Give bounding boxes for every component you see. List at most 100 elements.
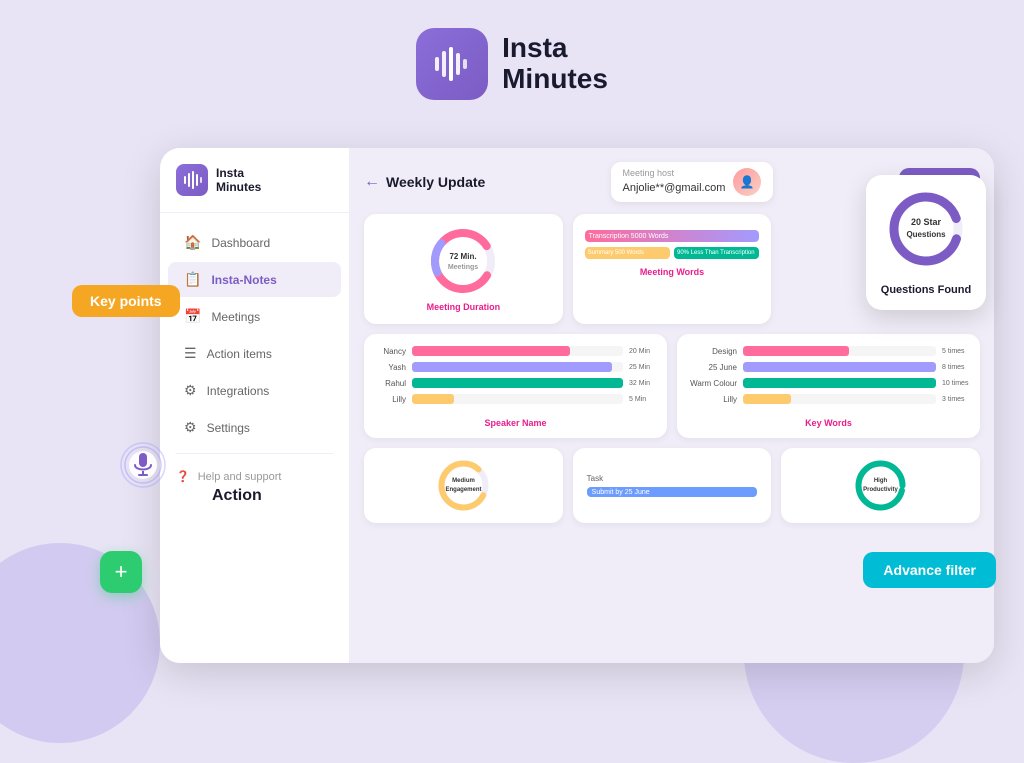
speaker-track-yash — [412, 362, 623, 372]
speaker-row-rahul: Rahul 32 Min — [374, 378, 657, 388]
questions-found-label: Questions Found — [880, 284, 972, 296]
keyword-fill-design — [743, 346, 849, 356]
sidebar-label-help: Help and support — [198, 471, 282, 483]
svg-text:High: High — [874, 478, 888, 484]
questions-card: 20 Star Questions Questions Found — [866, 175, 986, 310]
meeting-words-card: Transcription 5000 Words Summary 500 Wor… — [573, 214, 772, 324]
host-label: Meeting host — [623, 168, 726, 178]
keyword-track-design — [743, 346, 936, 356]
speaker-fill-lilly — [412, 394, 454, 404]
sidebar-label-settings: Settings — [207, 421, 250, 435]
keyword-row-kw-lilly: Lilly 3 times — [687, 394, 970, 404]
keyword-val-design: 5 times — [942, 348, 970, 355]
sidebar-label-integrations: Integrations — [207, 384, 270, 398]
keyword-val-kw-lilly: 3 times — [942, 396, 970, 403]
sidebar-logo-text: Insta Minutes — [216, 166, 261, 195]
microphone-icon — [118, 440, 168, 495]
svg-text:Meetings: Meetings — [448, 264, 478, 271]
help-icon: ❓ — [176, 470, 190, 483]
speaker-row-lilly: Lilly 5 Min — [374, 394, 657, 404]
speaker-value-yash: 25 Min — [629, 364, 657, 371]
sidebar-item-meetings[interactable]: 📅 Meetings — [168, 299, 341, 334]
charts-row: Nancy 20 Min Yash 25 Min R — [364, 334, 980, 438]
sidebar-label-dashboard: Dashboard — [211, 236, 270, 250]
speaker-chart-title: Speaker Name — [374, 418, 657, 428]
svg-text:72 Min.: 72 Min. — [450, 252, 477, 261]
keyword-row-warmcolour: Warm Colour 10 times — [687, 378, 970, 388]
svg-text:Medium: Medium — [452, 478, 475, 484]
app-name: Insta Minutes — [502, 33, 608, 95]
keyword-row-design: Design 5 times — [687, 346, 970, 356]
productivity-donut: High Productivity — [853, 458, 908, 513]
svg-text:Questions: Questions — [906, 230, 946, 239]
sidebar-logo-icon — [176, 164, 208, 196]
transcription-bar: Transcription 5000 Words — [585, 230, 760, 242]
engagement-donut: Medium Engagement — [436, 458, 491, 513]
key-points-badge[interactable]: Key points — [72, 285, 180, 317]
keyword-name-june: 25 June — [687, 363, 737, 372]
back-arrow-icon: ← — [364, 173, 380, 191]
speaker-name-nancy: Nancy — [374, 347, 406, 356]
dashboard-icon: 🏠 — [184, 234, 201, 251]
task-card: Task Submit by 25 June — [573, 448, 772, 523]
add-button[interactable]: + — [100, 551, 142, 593]
sidebar-label-notes: Insta-Notes — [211, 273, 276, 287]
sidebar: Insta Minutes 🏠 Dashboard 📋 Insta-Notes … — [160, 148, 350, 663]
sidebar-item-dashboard[interactable]: 🏠 Dashboard — [168, 225, 341, 260]
advance-filter-badge[interactable]: Advance filter — [863, 552, 996, 588]
keywords-chart: Design 5 times 25 June 8 times — [677, 334, 980, 438]
keyword-track-warmcolour — [743, 378, 936, 388]
speaker-fill-rahul — [412, 378, 623, 388]
speaker-track-nancy — [412, 346, 623, 356]
sidebar-logo: Insta Minutes — [160, 164, 349, 213]
notes-icon: 📋 — [184, 271, 201, 288]
transcription-label: Transcription 5000 Words — [589, 233, 669, 240]
logo-section: Insta Minutes — [0, 0, 1024, 100]
app-name-line1: Insta — [502, 33, 608, 64]
engagement-card: Medium Engagement — [364, 448, 563, 523]
speaker-track-rahul — [412, 378, 623, 388]
host-email: Anjolie**@gmail.com — [623, 182, 726, 194]
duration-donut-container: 72 Min. Meetings — [376, 226, 551, 296]
sidebar-item-insta-notes[interactable]: 📋 Insta-Notes — [168, 262, 341, 297]
sidebar-item-integrations[interactable]: ⚙ Integrations — [168, 373, 341, 408]
speaker-name-yash: Yash — [374, 363, 406, 372]
productivity-card: High Productivity — [781, 448, 980, 523]
action-items-icon: ☰ — [184, 345, 197, 362]
keyword-bars: Design 5 times 25 June 8 times — [687, 344, 970, 412]
sidebar-item-settings[interactable]: ⚙ Settings — [168, 410, 341, 445]
less-label: 90% Less Than Transcription — [677, 250, 755, 256]
keyword-val-june: 8 times — [942, 364, 970, 371]
keyword-name-kw-lilly: Lilly — [687, 395, 737, 404]
keyword-row-june: 25 June 8 times — [687, 362, 970, 372]
keywords-chart-title: Key Words — [687, 418, 970, 428]
duration-donut-chart: 72 Min. Meetings — [428, 226, 498, 296]
speaker-track-lilly — [412, 394, 623, 404]
app-logo-icon — [416, 28, 488, 100]
words-title: Meeting Words — [585, 267, 760, 277]
speaker-value-rahul: 32 Min — [629, 380, 657, 387]
speaker-fill-nancy — [412, 346, 570, 356]
integrations-icon: ⚙ — [184, 382, 197, 399]
action-label: Action — [212, 487, 262, 505]
sidebar-item-action-items[interactable]: ☰ Action items — [168, 336, 341, 371]
sidebar-divider — [176, 453, 333, 454]
sidebar-label-meetings: Meetings — [211, 310, 260, 324]
summary-label: Summary 500 Words — [588, 250, 644, 256]
speaker-row-yash: Yash 25 Min — [374, 362, 657, 372]
app-name-line2: Minutes — [502, 64, 608, 95]
back-navigation[interactable]: ← Weekly Update — [364, 173, 485, 191]
questions-donut-chart: 20 Star Questions — [886, 189, 966, 269]
keyword-fill-june — [743, 362, 936, 372]
speaker-fill-yash — [412, 362, 612, 372]
page-title: Weekly Update — [386, 174, 485, 190]
speaker-value-nancy: 20 Min — [629, 348, 657, 355]
svg-text:Productivity: Productivity — [863, 487, 898, 493]
keyword-fill-kw-lilly — [743, 394, 791, 404]
keyword-name-warmcolour: Warm Colour — [687, 379, 737, 388]
duration-title: Meeting Duration — [376, 302, 551, 312]
task-label: Task — [587, 474, 603, 483]
logo-svg — [431, 43, 473, 85]
meetings-icon: 📅 — [184, 308, 201, 325]
meeting-duration-card: 72 Min. Meetings Meeting Duration — [364, 214, 563, 324]
